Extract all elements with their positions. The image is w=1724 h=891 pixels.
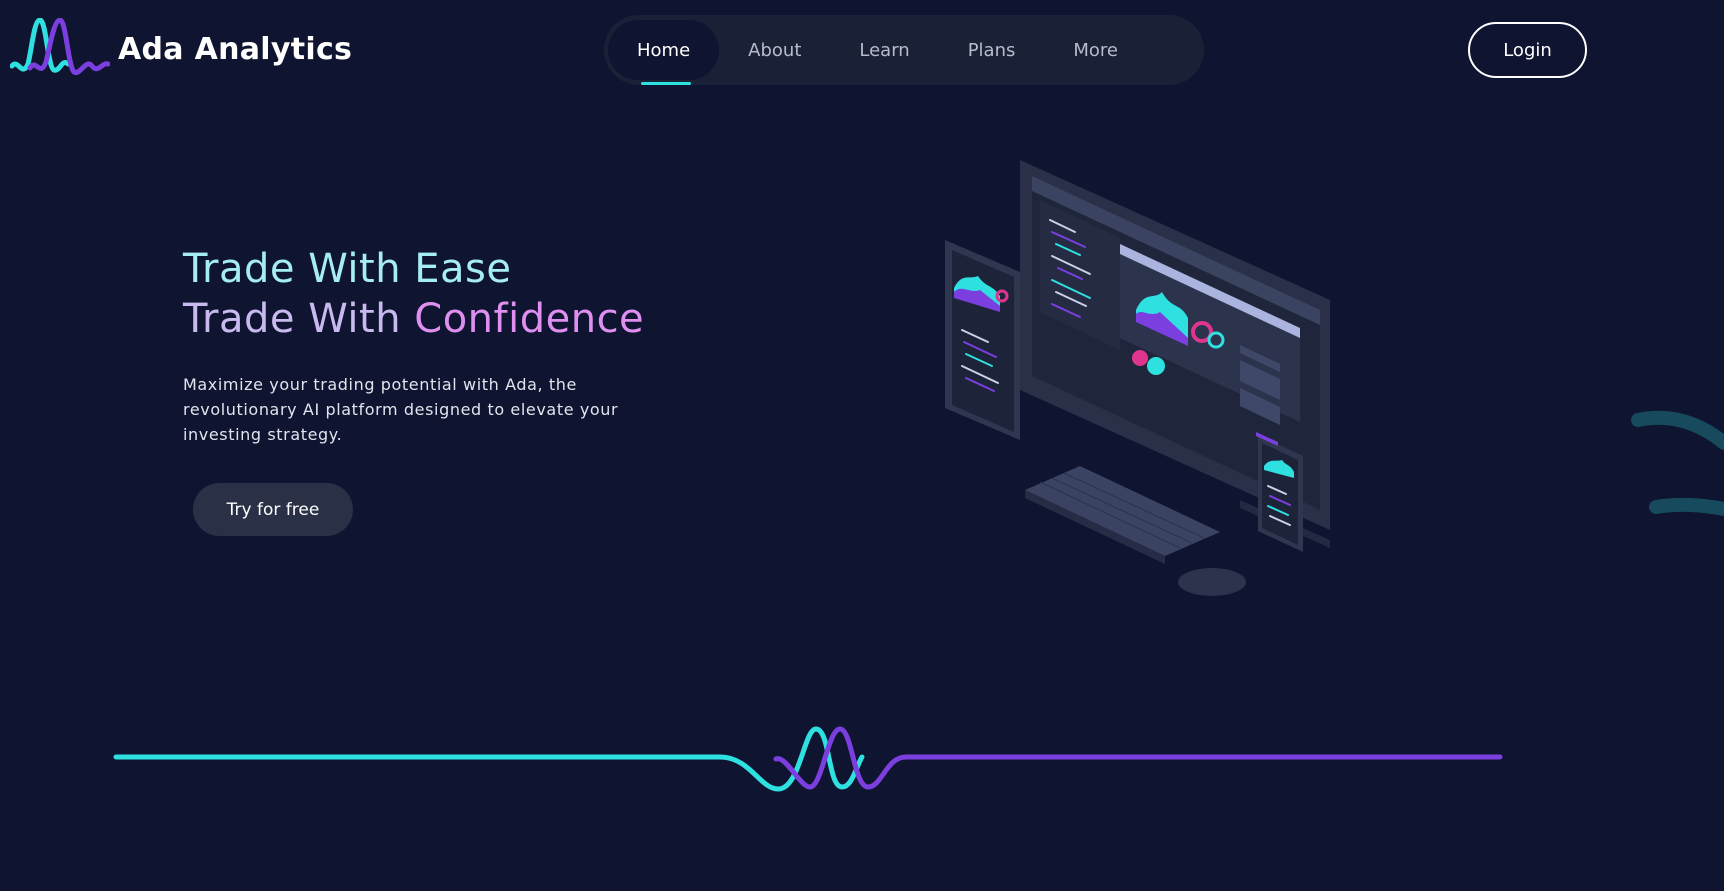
nav-item-plans[interactable]: Plans [939,20,1045,80]
headline-line-2: Trade With Confidence [183,294,644,344]
wave-divider [113,726,1503,792]
nav-item-more[interactable]: More [1044,20,1147,80]
main-nav: Home About Learn Plans More [604,15,1204,85]
decorative-arc [1631,410,1724,516]
devices-illustration [945,160,1330,596]
mouse [1178,568,1246,596]
login-button[interactable]: Login [1468,22,1587,78]
headline-highlight: Confidence [414,296,645,342]
pie-chart-pink [1132,350,1148,366]
hero-description: Maximize your trading potential with Ada… [183,375,619,444]
headline-line-2-prefix: Trade With [183,296,415,342]
nav-item-about[interactable]: About [719,20,830,80]
nav-item-home[interactable]: Home [608,20,720,85]
logo[interactable]: Ada Analytics [10,18,352,80]
phone-screen [1262,443,1298,545]
brand-name: Ada Analytics [118,31,353,67]
headline-line-1: Trade With Ease [183,246,512,292]
wave-logo-icon [10,18,110,75]
landing-page: Ada Analytics Home About Learn Plans Mor… [0,0,1724,891]
tablet-screen [952,250,1014,432]
nav-item-learn[interactable]: Learn [830,20,938,80]
hero-headline: Trade With Ease Trade With Confidence [183,244,644,344]
try-for-free-button[interactable]: Try for free [193,483,353,536]
pie-chart-cyan [1147,357,1165,375]
